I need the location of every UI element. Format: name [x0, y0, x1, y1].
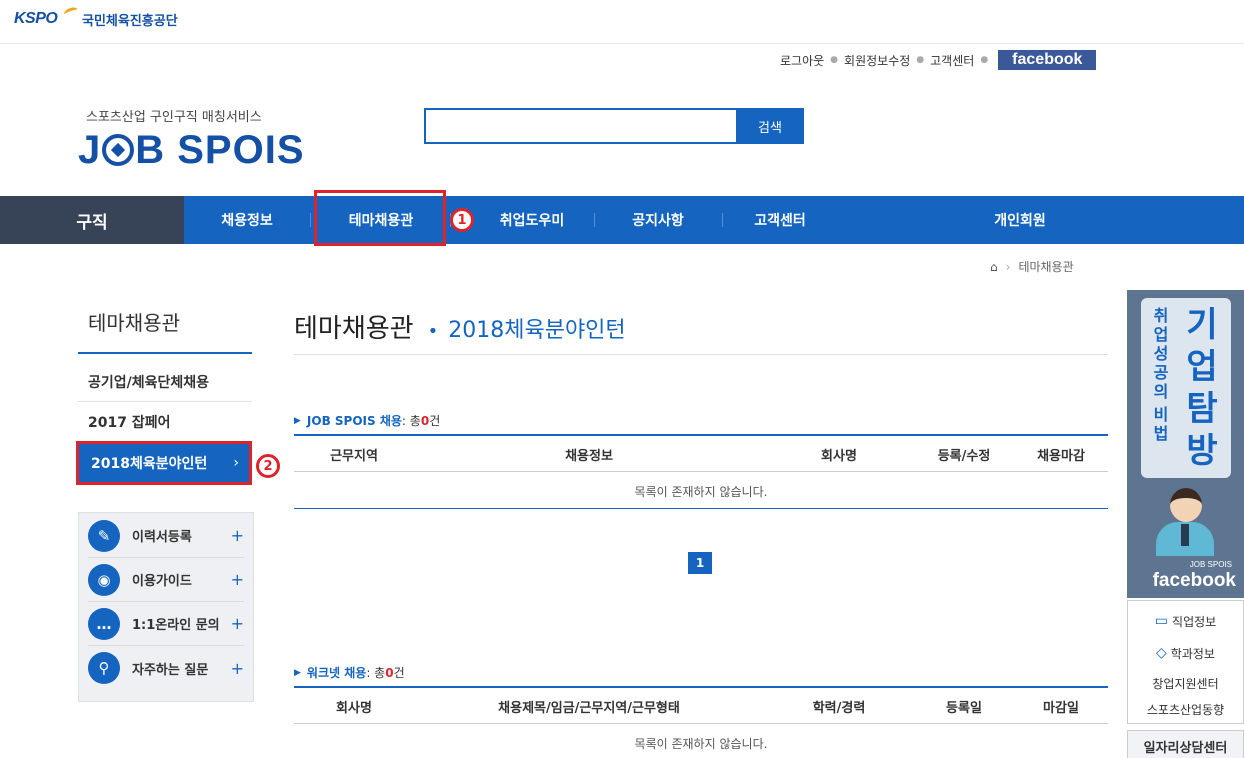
section1-count: 0 [420, 414, 430, 428]
side-link-major-info[interactable]: ◇ 학과정보 [1127, 638, 1244, 668]
util-links: 로그아웃 ● 회원정보수정 ● 고객센터 ● facebook [780, 50, 1097, 70]
quick-item-faq[interactable]: ⚲ 자주하는 질문 + [88, 646, 244, 690]
page-title-sub: 2018체육분야인턴 [448, 318, 626, 343]
quick-item-inquiry[interactable]: … 1:1온라인 문의 + [88, 602, 244, 646]
kspo-name[interactable]: 국민체육진흥공단 [82, 10, 178, 29]
nav-separator [310, 213, 311, 227]
page-title-main: 테마채용관 [294, 314, 414, 344]
section1-title: JOB SPOIS 채용 [306, 414, 402, 428]
triangle-icon: ▶ [294, 415, 301, 426]
quick-item-guide[interactable]: ◉ 이용가이드 + [88, 558, 244, 602]
annotation-2: 2 [256, 454, 280, 478]
column-header: 채용제목/임금/근무지역/근무형태 [498, 700, 680, 716]
column-header: 채용마감 [1037, 448, 1085, 464]
home-icon[interactable]: ⌂ [990, 260, 998, 274]
section2-empty-message: 목록이 존재하지 않습니다. [634, 736, 768, 751]
soccer-ball-icon [102, 134, 135, 166]
logout-link[interactable]: 로그아웃 [780, 52, 824, 69]
column-header: 회사명 [336, 700, 372, 716]
column-header: 채용정보 [565, 448, 613, 464]
plus-icon: + [230, 614, 244, 633]
util-separator: ● [830, 55, 839, 65]
quick-item-label: 이용가이드 [132, 574, 192, 589]
quick-item-label: 이력서등록 [132, 530, 192, 545]
pagination-page-1[interactable]: 1 [688, 552, 712, 574]
column-header: 근무지역 [330, 448, 378, 464]
column-header: 등록일 [946, 700, 982, 716]
search-button[interactable]: 검색 [736, 108, 804, 144]
main-nav-title: 구직 [76, 212, 108, 233]
column-header: 회사명 [821, 448, 857, 464]
nav-item-support[interactable]: 고객센터 [722, 196, 838, 244]
column-header: 마감일 [1043, 700, 1079, 716]
section2-total-prefix: : 총 [366, 666, 386, 680]
util-separator: ● [916, 55, 925, 65]
plus-icon: + [230, 526, 244, 545]
call-agent-illustration [1152, 482, 1218, 556]
section1-table-bottom [294, 508, 1108, 509]
breadcrumb-arrow-icon: › [1005, 259, 1011, 274]
util-separator: ● [980, 55, 989, 65]
page-title: 테마채용관 • 2018체육분야인턴 [294, 308, 626, 345]
nav-item-personal-member[interactable]: 개인회원 [960, 196, 1080, 244]
nav-item-job-info[interactable]: 채용정보 [184, 196, 310, 244]
facebook-link[interactable]: facebook [998, 50, 1097, 70]
pencil-icon: ✎ [88, 519, 120, 552]
section1-label: ▶ JOB SPOIS 채용: 총0건 [294, 412, 440, 429]
quick-item-label: 자주하는 질문 [132, 662, 209, 678]
section2-table-header: 회사명 채용제목/임금/근무지역/근무형태 학력/경력 등록일 마감일 [294, 686, 1108, 724]
site-logo-left: J [78, 128, 102, 172]
triangle-icon: ▶ [294, 667, 301, 678]
sidebar-item-intern[interactable]: 2018체육분야인턴 › [76, 441, 252, 485]
highlight-box-nav [314, 190, 446, 246]
column-header: 등록/수정 [937, 448, 991, 464]
site-logo[interactable]: J B SPOIS [78, 128, 305, 173]
banner-caption-small: JOB SPOIS [1189, 560, 1232, 569]
annotation-1: 1 [450, 208, 474, 232]
kspo-logo[interactable]: KSPO [14, 10, 58, 28]
side-link-job-info[interactable]: ▭ 직업정보 [1127, 606, 1244, 636]
brand-bar [0, 0, 1244, 44]
section1-table-header: 근무지역 채용정보 회사명 등록/수정 채용마감 [294, 434, 1108, 472]
title-divider [294, 354, 1108, 355]
sidebar-title-underline [78, 352, 252, 354]
support-link[interactable]: 고객센터 [930, 52, 974, 69]
location-icon: ◉ [88, 563, 120, 596]
quick-item-label: 1:1온라인 문의 [132, 618, 220, 633]
section1-unit: 건 [429, 414, 441, 428]
chat-icon: … [88, 607, 120, 640]
column-header: 학력/경력 [812, 700, 866, 716]
quick-item-resume[interactable]: ✎ 이력서등록 + [88, 514, 244, 558]
breadcrumb: ⌂ › 테마채용관 [990, 258, 1074, 275]
plus-icon: + [230, 658, 244, 678]
edit-profile-link[interactable]: 회원정보수정 [844, 52, 910, 69]
nav-item-job-helper[interactable]: 취업도우미 [470, 196, 594, 244]
job-counseling-center[interactable]: 일자리상담센터 [1127, 730, 1244, 758]
section2-title: 워크넷 채용 [306, 666, 367, 680]
section2-unit: 건 [393, 666, 405, 680]
plus-icon: + [230, 570, 244, 589]
section1-empty-message: 목록이 존재하지 않습니다. [634, 484, 768, 499]
chevron-right-icon: › [233, 455, 239, 471]
side-link-industry-trends[interactable]: 스포츠산업동향 [1127, 694, 1244, 724]
sidebar-item-job-fair[interactable]: 2017 잡페어 [78, 402, 252, 442]
section2-label: ▶ 워크넷 채용: 총0건 [294, 664, 405, 681]
section1-total-prefix: : 총 [401, 414, 421, 428]
breadcrumb-current: 테마채용관 [1018, 260, 1074, 274]
title-dot-icon: • [427, 321, 439, 342]
section2-count: 0 [385, 666, 394, 680]
sidebar-item-public-org[interactable]: 공기업/체육단체채용 [78, 362, 252, 402]
banner-small-text: 취업성공의비법 [1153, 306, 1169, 443]
sidebar-item-intern-label: 2018체육분야인턴 [91, 456, 208, 472]
search-input[interactable] [424, 108, 736, 144]
magnifier-icon: ⚲ [88, 652, 120, 684]
banner-facebook-caption[interactable]: facebook [1127, 570, 1244, 592]
site-subtitle: 스포츠산업 구인구직 매칭서비스 [86, 110, 262, 125]
site-logo-right: B SPOIS [135, 128, 305, 172]
sidebar-title: 테마채용관 [88, 311, 180, 335]
graduation-cap-icon: ◇ [1156, 645, 1167, 661]
nav-item-notices[interactable]: 공지사항 [594, 196, 722, 244]
banner-big-text: 기업탐방 [1186, 305, 1218, 471]
book-icon: ▭ [1154, 613, 1169, 629]
